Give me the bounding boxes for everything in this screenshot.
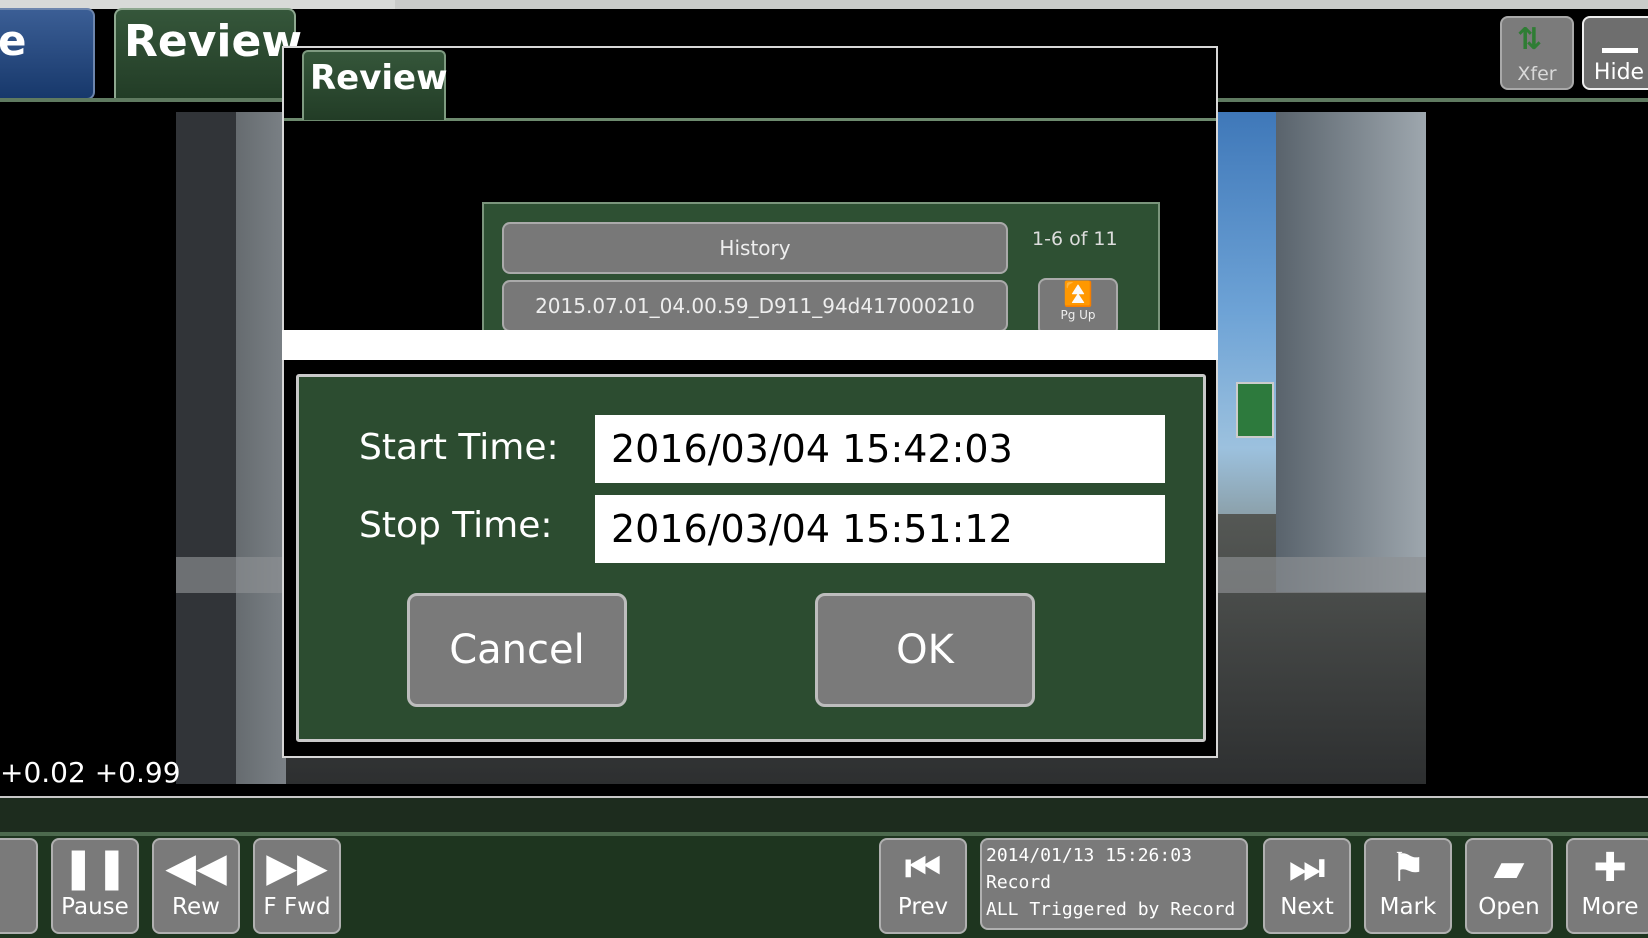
xfer-label: Xfer — [1517, 63, 1557, 85]
hide-label: Hide — [1593, 60, 1645, 85]
status-trigger: ALL Triggered by Record Butt — [986, 899, 1246, 920]
history-panel: History 2015.07.01_04.00.59_D911_94d4170… — [482, 202, 1160, 336]
cancel-button[interactable]: Cancel — [407, 593, 627, 707]
time-range-dialog: Review History 2015.07.01_04.00.59_D911_… — [282, 46, 1218, 758]
prev-button[interactable]: ⏮ Prev — [879, 838, 967, 934]
prev-label: Prev — [897, 894, 949, 920]
status-mode: Record — [986, 872, 1052, 893]
more-label: More — [1581, 894, 1639, 920]
tab-live-label: e — [0, 16, 27, 65]
mark-button[interactable]: ⚑ Mark — [1364, 838, 1452, 934]
history-count: 1-6 of 11 — [1032, 228, 1118, 250]
time-form: Start Time: Stop Time: Cancel OK — [296, 374, 1206, 742]
dialog-tab-label: Review — [310, 58, 448, 98]
timeline-scrubber[interactable] — [0, 796, 1648, 834]
folder-icon: ▰ — [1493, 845, 1525, 891]
plus-icon: ✚ — [1593, 845, 1627, 891]
ok-button[interactable]: OK — [815, 593, 1035, 707]
mark-label: Mark — [1379, 894, 1437, 920]
pause-icon: ❚❚ — [61, 845, 129, 891]
dialog-tab-bar: Review — [284, 48, 1216, 121]
recording-status: 2014/01/13 15:26:03 Record ALL Triggered… — [980, 838, 1248, 930]
rewind-icon: ◀◀ — [165, 845, 227, 891]
start-time-label: Start Time: — [359, 427, 559, 468]
coordinate-readout: +0.02 +0.99 — [0, 756, 181, 789]
open-label: Open — [1478, 894, 1540, 920]
tab-review[interactable]: Review — [114, 8, 302, 100]
skip-next-icon: ⏭ — [1289, 845, 1325, 891]
minimize-icon — [1602, 48, 1638, 53]
dialog-separator — [282, 330, 1218, 360]
open-button[interactable]: ▰ Open — [1465, 838, 1553, 934]
fast-forward-button[interactable]: ▶▶ F Fwd — [253, 838, 341, 934]
page-up-button[interactable]: ⏫ Pg Up — [1038, 278, 1118, 336]
next-label: Next — [1280, 894, 1334, 920]
page-up-label: Pg Up — [1060, 308, 1096, 322]
next-button[interactable]: ⏭ Next — [1263, 838, 1351, 934]
pause-label: Pause — [61, 894, 129, 920]
road-sign — [1236, 382, 1274, 438]
stop-button[interactable] — [0, 838, 38, 934]
hide-button[interactable]: Hide — [1582, 16, 1648, 90]
start-time-input[interactable] — [595, 415, 1165, 483]
tab-live[interactable]: e — [0, 8, 95, 100]
fast-forward-label: F Fwd — [263, 894, 331, 920]
bookmark-icon: ⚑ — [1390, 845, 1426, 891]
history-header-button[interactable]: History — [502, 222, 1008, 274]
stop-time-input[interactable] — [595, 495, 1165, 563]
stop-time-label: Stop Time: — [359, 505, 553, 546]
transfer-arrows-icon: ⇅ — [1517, 22, 1543, 57]
pause-button[interactable]: ❚❚ Pause — [51, 838, 139, 934]
skip-previous-icon: ⏮ — [905, 845, 941, 891]
rewind-button[interactable]: ◀◀ Rew — [152, 838, 240, 934]
page-up-icon: ⏫ — [1063, 280, 1093, 308]
status-datetime: 2014/01/13 15:26:03 — [986, 845, 1192, 866]
more-button[interactable]: ✚ More — [1566, 838, 1648, 934]
fast-forward-icon: ▶▶ — [266, 845, 328, 891]
history-item[interactable]: 2015.07.01_04.00.59_D911_94d417000210 — [502, 280, 1008, 332]
rewind-label: Rew — [172, 894, 220, 920]
dialog-tab-review[interactable]: Review — [302, 50, 448, 120]
xfer-button[interactable]: ⇅ Xfer — [1500, 16, 1574, 90]
tab-review-label: Review — [124, 16, 302, 67]
